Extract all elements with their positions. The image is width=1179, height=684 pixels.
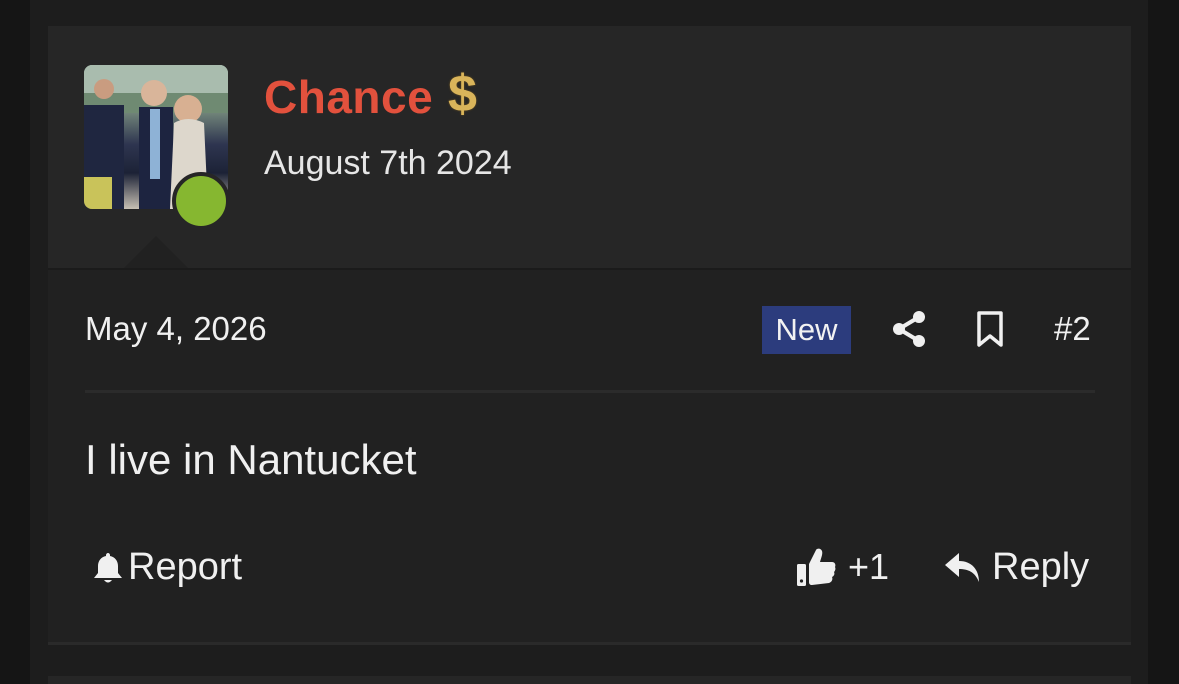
- reply-icon: [945, 552, 979, 582]
- post-body-text: I live in Nantucket: [85, 436, 417, 483]
- author-join-date: August 7th 2024: [264, 144, 512, 182]
- new-badge: New: [762, 306, 851, 354]
- like-count: +1: [848, 546, 890, 587]
- online-status-indicator: [172, 172, 230, 230]
- report-button[interactable]: Report: [92, 546, 242, 589]
- post-card: Chance $ August 7th 2024 May 4, 2026 New…: [48, 26, 1131, 642]
- reply-label: Reply: [992, 546, 1090, 588]
- post-bottom-border: [48, 642, 1131, 645]
- thumbs-up-icon: [797, 548, 836, 586]
- next-post-card: [48, 676, 1131, 684]
- header-caret: [124, 236, 188, 268]
- like-button[interactable]: +1: [796, 546, 889, 588]
- report-label: Report: [128, 546, 243, 588]
- divider: [85, 390, 1095, 393]
- reply-button[interactable]: Reply: [944, 546, 1089, 589]
- share-icon[interactable]: [892, 310, 926, 348]
- bookmark-icon[interactable]: [976, 310, 1004, 348]
- post-number-link[interactable]: #2: [1054, 310, 1091, 348]
- author-username[interactable]: Chance: [264, 70, 433, 124]
- bell-icon: [94, 552, 122, 582]
- post-date[interactable]: May 4, 2026: [85, 310, 267, 348]
- dollar-icon: $: [448, 65, 477, 123]
- post-author-header: Chance $ August 7th 2024: [48, 26, 1131, 270]
